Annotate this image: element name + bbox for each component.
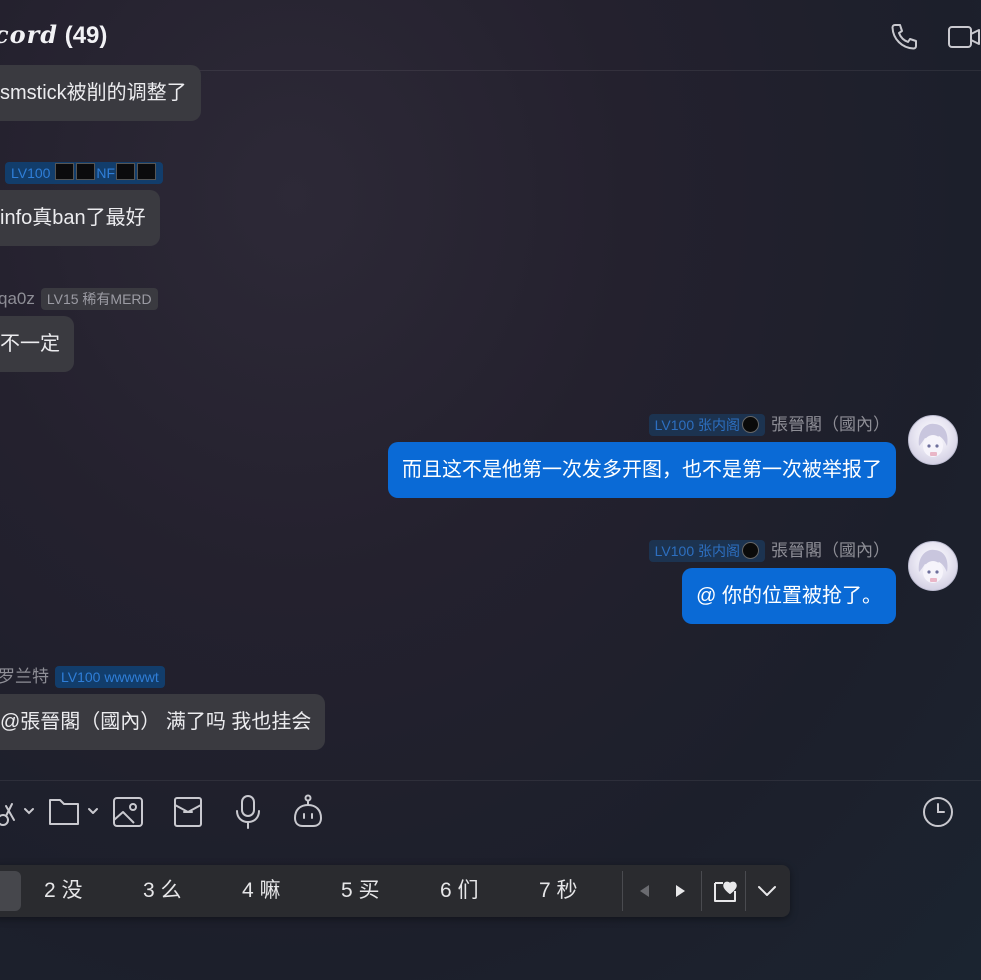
group-name: cord — [0, 20, 59, 49]
level-badge: LV100 张内阁 — [648, 414, 765, 436]
message-sender: LV100 张内阁 張晉閣（國內） — [648, 540, 890, 562]
red-packet-icon[interactable] — [170, 792, 206, 832]
message-bubble[interactable]: 而且这不是他第一次发多开图，也不是第一次被举报了 — [388, 442, 896, 498]
ime-candidate[interactable]: 2 没 — [44, 865, 83, 917]
message-bubble[interactable]: @ 你的位置被抢了。 — [682, 568, 896, 624]
message-bubble[interactable]: smstick被削的调整了 — [0, 65, 201, 121]
robot-icon[interactable] — [290, 792, 326, 832]
image-icon[interactable] — [110, 792, 146, 832]
avatar[interactable] — [908, 541, 958, 591]
selected-candidate[interactable] — [0, 871, 21, 911]
scissors-icon[interactable] — [0, 792, 38, 832]
history-clock-icon[interactable] — [918, 792, 958, 832]
video-camera-icon[interactable] — [946, 20, 980, 54]
avatar[interactable] — [908, 415, 958, 465]
expand-icon[interactable] — [756, 881, 778, 906]
prev-page-icon[interactable] — [635, 881, 655, 906]
ime-candidate[interactable]: 6 们 — [440, 865, 479, 917]
message-sender: qa0z LV15 稀有MERD — [0, 288, 158, 310]
microphone-icon[interactable] — [230, 792, 266, 832]
ime-divider — [745, 871, 746, 911]
ime-divider — [701, 871, 702, 911]
message-bubble[interactable]: info真ban了最好 — [0, 190, 160, 246]
message-sender: LV100 张内阁 張晉閣（國內） — [648, 414, 890, 436]
sender-name: 張晉閣（國內） — [771, 541, 890, 560]
level-badge: LV15 稀有MERD — [40, 288, 158, 310]
level-badge: LV100 wwwwwt — [55, 666, 165, 688]
message-sender: LV100 NF — [0, 162, 164, 184]
ime-divider — [622, 871, 623, 911]
ime-candidate-bar: 2 没 3 么 4 嘛 5 买 6 们 7 秒 — [0, 865, 790, 917]
member-count: (49) — [64, 22, 108, 49]
message-bubble[interactable]: 不一定 — [0, 316, 74, 372]
level-badge: LV100 NF — [5, 162, 164, 184]
next-page-icon[interactable] — [670, 881, 690, 906]
ime-candidate[interactable]: 4 嘛 — [242, 865, 281, 917]
composer-divider — [0, 780, 981, 781]
sender-name: 張晉閣（國內） — [771, 415, 890, 434]
chat-title[interactable]: cord (49) — [0, 20, 107, 50]
chat-window: cord (49) smstick被削的调整了 LV100 NF info真ba… — [0, 0, 981, 980]
favorite-icon[interactable] — [711, 877, 739, 910]
level-badge: LV100 张内阁 — [648, 540, 765, 562]
ime-candidate[interactable]: 5 买 — [341, 865, 380, 917]
ime-candidate[interactable]: 7 秒 — [539, 865, 578, 917]
phone-icon[interactable] — [887, 20, 921, 54]
ime-candidate[interactable]: 3 么 — [143, 865, 182, 917]
sender-name: 罗兰特 — [0, 667, 49, 686]
folder-icon[interactable] — [46, 792, 104, 832]
sender-name: qa0z — [0, 289, 35, 308]
message-sender: 罗兰特 LV100 wwwwwt — [0, 666, 165, 688]
chat-header: cord (49) — [0, 0, 981, 71]
message-bubble[interactable]: @張晉閣（國內） 满了吗 我也挂会 — [0, 694, 326, 750]
